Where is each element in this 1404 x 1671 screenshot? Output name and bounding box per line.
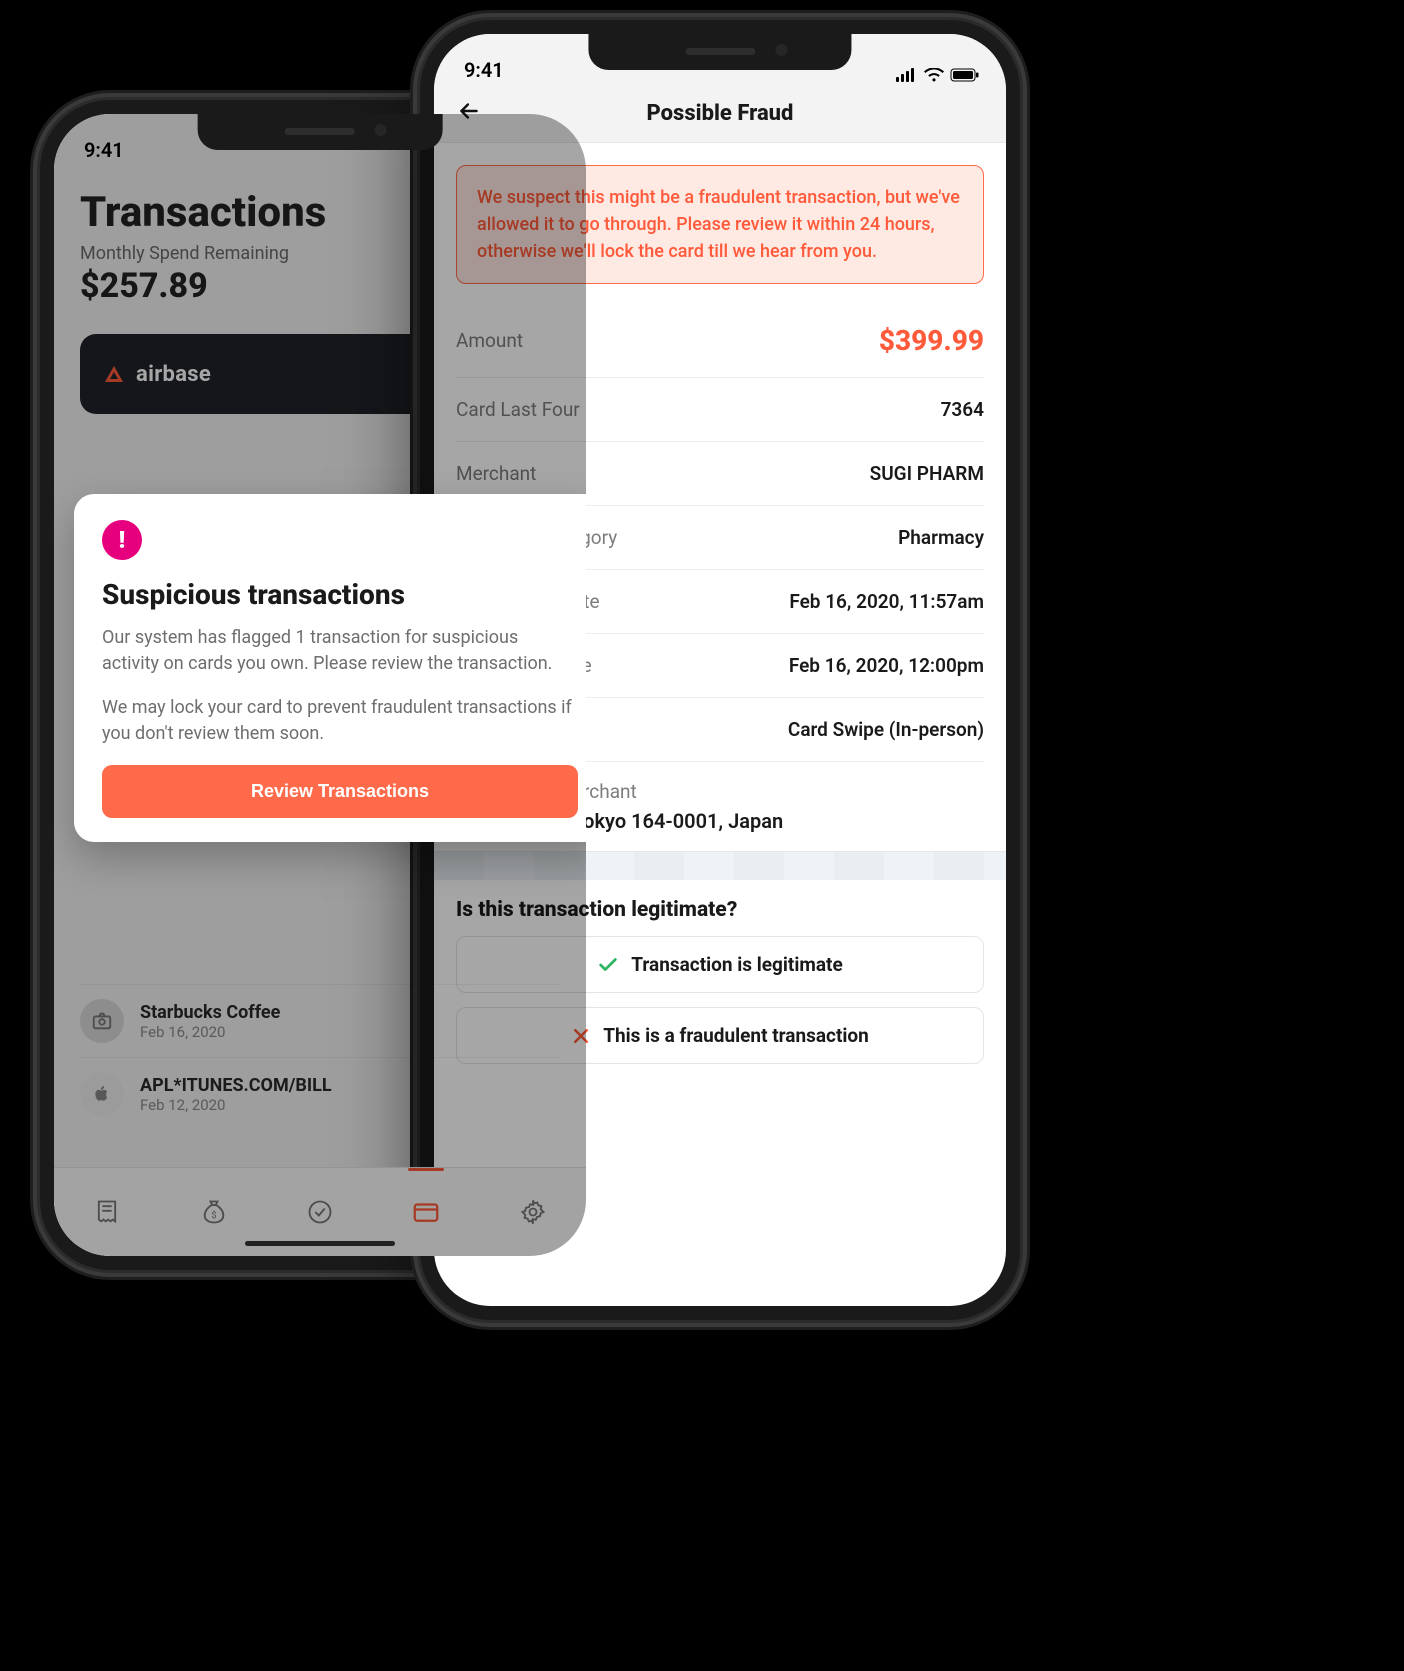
value-last4: 7364 — [941, 398, 984, 421]
value-txn-date: Feb 16, 2020, 11:57am — [789, 590, 984, 613]
notch — [198, 114, 443, 150]
status-icons — [896, 68, 980, 82]
alert-icon: ! — [102, 520, 142, 560]
value-settle-date: Feb 16, 2020, 12:00pm — [789, 654, 984, 677]
review-transactions-button[interactable]: Review Transactions — [102, 765, 578, 818]
home-indicator[interactable] — [245, 1241, 395, 1246]
choice-legitimate-label: Transaction is legitimate — [631, 953, 842, 976]
status-time: 9:41 — [464, 58, 504, 82]
check-icon — [597, 954, 619, 976]
notch — [588, 34, 851, 70]
phone-left: 9:41 Transactions Monthly Spend Remainin… — [40, 100, 600, 1270]
suspicious-modal: ! Suspicious transactions Our system has… — [74, 494, 586, 842]
cellular-icon — [896, 68, 918, 82]
value-merchant: SUGI PHARM — [870, 462, 984, 485]
value-category: Pharmacy — [898, 526, 984, 549]
modal-body-2: We may lock your card to prevent fraudul… — [102, 695, 578, 747]
value-method: Card Swipe (In-person) — [788, 718, 984, 741]
modal-heading: Suspicious transactions — [102, 578, 578, 611]
value-amount: $399.99 — [879, 324, 984, 357]
battery-icon — [950, 68, 980, 82]
modal-body-1: Our system has flagged 1 transaction for… — [102, 625, 578, 677]
screen-title: Possible Fraud — [647, 101, 794, 126]
choice-fraudulent-label: This is a fraudulent transaction — [603, 1024, 869, 1047]
wifi-icon — [924, 68, 944, 82]
